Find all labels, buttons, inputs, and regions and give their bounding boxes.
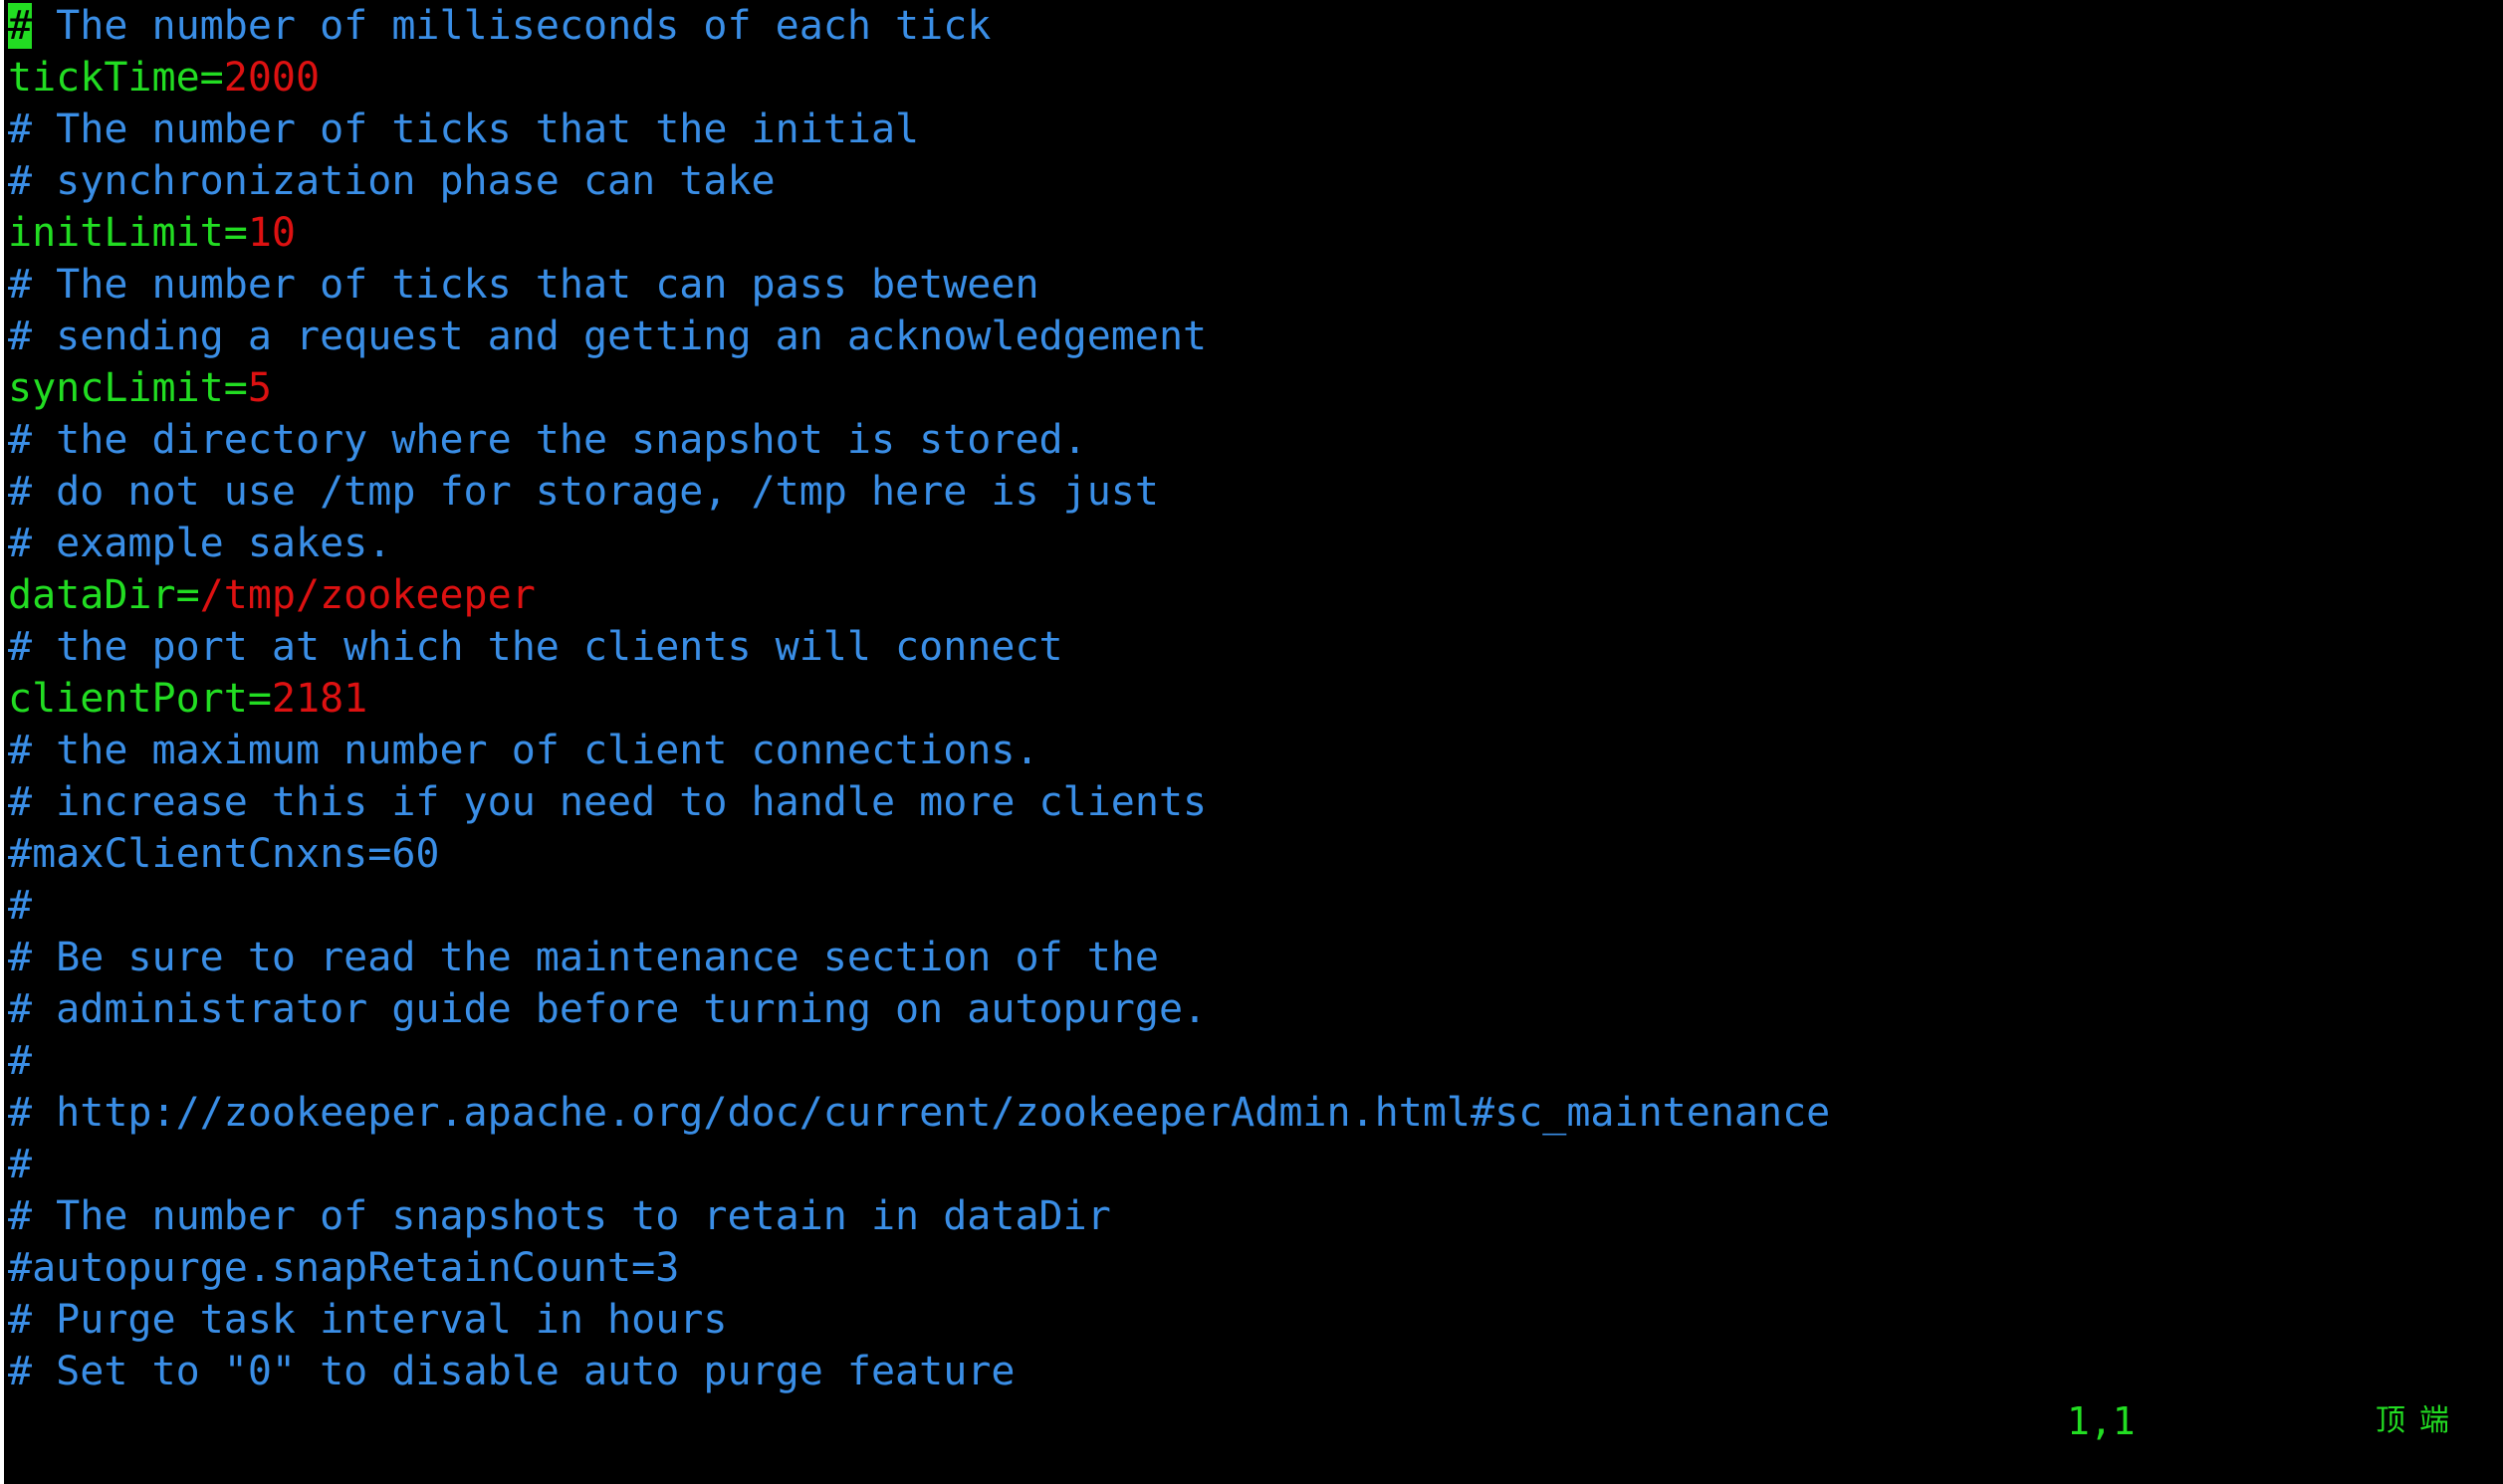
editor-line[interactable]: # Set to "0" to disable auto purge featu… xyxy=(8,1346,1830,1397)
editor-line[interactable]: # http://zookeeper.apache.org/doc/curren… xyxy=(8,1087,1830,1139)
comment-text: # The number of snapshots to retain in d… xyxy=(8,1193,1111,1239)
editor-line[interactable]: #autopurge.snapRetainCount=3 xyxy=(8,1242,1830,1294)
comment-text: # the directory where the snapshot is st… xyxy=(8,417,1087,463)
comment-text: # The number of ticks that can pass betw… xyxy=(8,262,1039,308)
comment-text: # do not use /tmp for storage, /tmp here… xyxy=(8,469,1159,515)
editor-line[interactable]: # The number of milliseconds of each tic… xyxy=(8,0,1830,52)
editor-line[interactable]: initLimit=10 xyxy=(8,207,1830,259)
comment-text: #autopurge.snapRetainCount=3 xyxy=(8,1245,680,1291)
editor-line[interactable]: # Be sure to read the maintenance sectio… xyxy=(8,932,1830,983)
config-value: /tmp/zookeeper xyxy=(199,572,536,618)
comment-text: # the port at which the clients will con… xyxy=(8,624,1063,670)
comment-text: # xyxy=(8,883,33,929)
comment-text: # Purge task interval in hours xyxy=(8,1297,728,1343)
comment-text: # increase this if you need to handle mo… xyxy=(8,779,1208,825)
config-key: dataDir= xyxy=(8,572,200,618)
config-value: 10 xyxy=(247,210,296,256)
editor-line[interactable]: # xyxy=(8,880,1830,932)
vim-terminal-window[interactable]: # The number of milliseconds of each tic… xyxy=(0,0,2503,1484)
editor-line[interactable]: # increase this if you need to handle mo… xyxy=(8,776,1830,828)
vim-status-line: 1,1 顶端 xyxy=(4,1395,2503,1447)
editor-line[interactable]: # the directory where the snapshot is st… xyxy=(8,414,1830,466)
text-cursor: # xyxy=(8,3,33,49)
editor-line[interactable]: # do not use /tmp for storage, /tmp here… xyxy=(8,466,1830,518)
comment-text: # sending a request and getting an ackno… xyxy=(8,314,1208,359)
comment-text: # administrator guide before turning on … xyxy=(8,986,1208,1032)
comment-text: # xyxy=(8,1038,33,1084)
editor-line[interactable]: # the port at which the clients will con… xyxy=(8,621,1830,673)
editor-line[interactable]: # Purge task interval in hours xyxy=(8,1294,1830,1346)
scroll-position-indicator: 顶端 xyxy=(2376,1403,2463,1438)
config-key: initLimit= xyxy=(8,210,248,256)
editor-line[interactable]: dataDir=/tmp/zookeeper xyxy=(8,569,1830,621)
comment-text: # synchronization phase can take xyxy=(8,158,776,204)
editor-line[interactable]: # administrator guide before turning on … xyxy=(8,983,1830,1035)
comment-text: # The number of ticks that the initial xyxy=(8,106,920,152)
editor-line[interactable]: # The number of snapshots to retain in d… xyxy=(8,1190,1830,1242)
editor-line[interactable]: clientPort=2181 xyxy=(8,673,1830,725)
comment-text: The number of milliseconds of each tick xyxy=(32,3,992,49)
comment-text: # Set to "0" to disable auto purge featu… xyxy=(8,1349,1016,1394)
comment-text: # xyxy=(8,1142,33,1187)
editor-line[interactable]: # xyxy=(8,1035,1830,1087)
comment-text: # the maximum number of client connectio… xyxy=(8,728,1039,773)
editor-line[interactable]: # The number of ticks that the initial xyxy=(8,104,1830,155)
cursor-position-ruler: 1,1 xyxy=(2067,1399,2136,1443)
config-key: tickTime= xyxy=(8,55,224,101)
comment-text: #maxClientCnxns=60 xyxy=(8,831,440,877)
editor-line[interactable]: syncLimit=5 xyxy=(8,362,1830,414)
comment-text: # http://zookeeper.apache.org/doc/curren… xyxy=(8,1090,1831,1136)
editor-buffer[interactable]: # The number of milliseconds of each tic… xyxy=(8,0,1830,1397)
editor-line[interactable]: # the maximum number of client connectio… xyxy=(8,725,1830,776)
config-value: 5 xyxy=(247,365,272,411)
config-key: syncLimit= xyxy=(8,365,248,411)
editor-line[interactable]: tickTime=2000 xyxy=(8,52,1830,104)
editor-line[interactable]: # synchronization phase can take xyxy=(8,155,1830,207)
editor-line[interactable]: # example sakes. xyxy=(8,518,1830,569)
config-value: 2000 xyxy=(223,55,321,101)
config-value: 2181 xyxy=(271,676,368,722)
editor-line[interactable]: # sending a request and getting an ackno… xyxy=(8,311,1830,362)
comment-text: # example sakes. xyxy=(8,521,392,566)
editor-line[interactable]: # xyxy=(8,1139,1830,1190)
config-key: clientPort= xyxy=(8,676,272,722)
editor-line[interactable]: # The number of ticks that can pass betw… xyxy=(8,259,1830,311)
editor-line[interactable]: #maxClientCnxns=60 xyxy=(8,828,1830,880)
comment-text: # Be sure to read the maintenance sectio… xyxy=(8,935,1159,980)
